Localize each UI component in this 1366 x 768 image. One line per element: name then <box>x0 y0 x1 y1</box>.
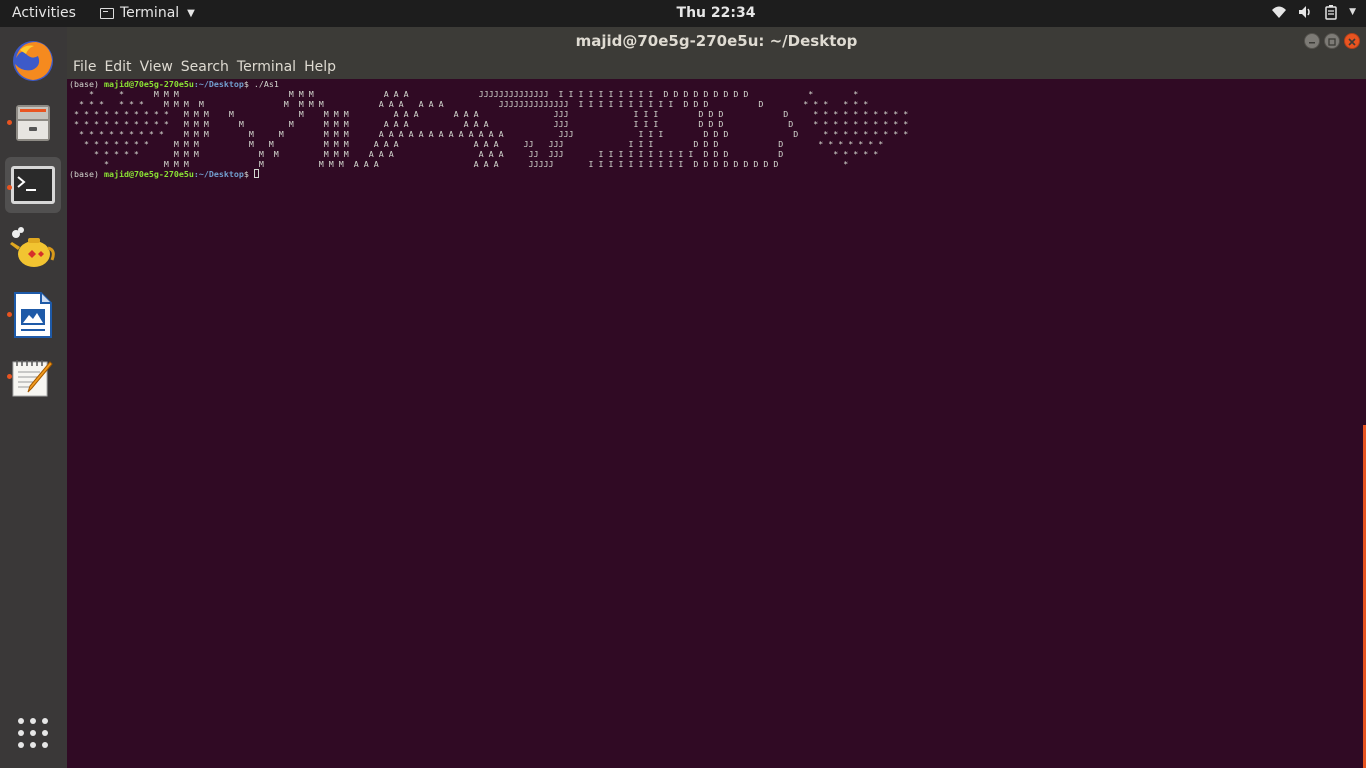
window-title: majid@70e5g-270e5u: ~/Desktop <box>575 32 858 50</box>
minimize-button[interactable] <box>1304 33 1320 49</box>
menu-help[interactable]: Help <box>304 57 336 77</box>
notepad-pencil-icon <box>12 360 53 397</box>
window-controls <box>1304 33 1360 49</box>
terminal-icon <box>11 166 55 204</box>
prompt-suffix: $ <box>243 79 254 89</box>
output-line: * * * * * * * * * * M M M M M M M M A A … <box>69 119 909 129</box>
output-line: * * * * * * * M M M M M M M M A A A A A … <box>69 139 884 149</box>
running-indicator <box>7 185 12 190</box>
text-cursor <box>253 169 259 178</box>
dock <box>0 27 67 768</box>
system-tray[interactable]: ▼ <box>1271 4 1356 20</box>
running-indicator <box>7 120 12 125</box>
terminal-output[interactable]: (base) majid@70e5g-270e5u:~/Desktop$ ./A… <box>69 79 1359 767</box>
menu-bar: File Edit View Search Terminal Help <box>67 55 1366 79</box>
chevron-down-icon: ▼ <box>1349 7 1356 17</box>
dock-files[interactable] <box>5 95 61 151</box>
wifi-icon <box>1271 4 1287 20</box>
maximize-icon <box>1328 38 1336 46</box>
dock-teapot-app[interactable] <box>5 221 61 277</box>
close-icon <box>1348 38 1356 46</box>
clock[interactable]: Thu 22:34 <box>0 5 1366 21</box>
prompt-user: majid@70e5g-270e5u <box>103 79 194 89</box>
prompt-prefix: (base) <box>69 79 104 89</box>
prompt-suffix: $ <box>243 169 254 179</box>
menu-file[interactable]: File <box>73 57 96 77</box>
volume-icon <box>1297 4 1313 20</box>
running-indicator <box>7 312 12 317</box>
prompt-path: :~/Desktop <box>193 169 244 179</box>
output-line: * * * * * * * * * * M M M M M M M M A A … <box>69 109 909 119</box>
top-panel: Activities Terminal ▼ Thu 22:34 ▼ <box>0 0 1366 27</box>
output-line: * M M M M M M M A A A A A A JJJJJ I I I … <box>69 159 849 169</box>
dock-writer[interactable] <box>5 287 61 343</box>
teapot-icon <box>10 227 55 267</box>
minimize-icon <box>1309 42 1315 44</box>
prompt-user: majid@70e5g-270e5u <box>103 169 194 179</box>
menu-view[interactable]: View <box>140 57 173 77</box>
output-line: * * M M M M M M A A A JJJJJJJJJJJJJJ I I… <box>69 89 859 99</box>
close-button[interactable] <box>1344 33 1360 49</box>
document-writer-icon <box>14 292 52 338</box>
app-grid-icon <box>18 718 48 748</box>
battery-icon <box>1323 4 1339 20</box>
output-line: * * * * * M M M M M M M M A A A A A A JJ… <box>69 149 879 159</box>
prompt-prefix: (base) <box>69 169 104 179</box>
dock-text-editor[interactable] <box>5 349 61 405</box>
window-titlebar[interactable]: majid@70e5g-270e5u: ~/Desktop <box>67 27 1366 55</box>
firefox-icon <box>13 41 53 81</box>
prompt-line: (base) majid@70e5g-270e5u:~/Desktop$ <box>69 169 1359 179</box>
menu-terminal[interactable]: Terminal <box>237 57 296 77</box>
terminal-window: majid@70e5g-270e5u: ~/Desktop File Edit … <box>67 27 1366 768</box>
maximize-button[interactable] <box>1324 33 1340 49</box>
show-applications-button[interactable] <box>5 705 61 761</box>
menu-edit[interactable]: Edit <box>104 57 131 77</box>
prompt-path: :~/Desktop <box>193 79 244 89</box>
command-text: ./As1 <box>253 79 279 89</box>
file-cabinet-icon <box>16 105 50 141</box>
output-line: * * * * * * * * * M M M M M M M M A A A … <box>69 129 909 139</box>
menu-search[interactable]: Search <box>181 57 229 77</box>
command-line: (base) majid@70e5g-270e5u:~/Desktop$ ./A… <box>69 79 1359 89</box>
output-line: * * * * * * M M M M M M M M A A A A A A … <box>69 99 869 109</box>
running-indicator <box>7 374 12 379</box>
dock-firefox[interactable] <box>5 33 61 89</box>
dock-terminal[interactable] <box>5 157 61 213</box>
